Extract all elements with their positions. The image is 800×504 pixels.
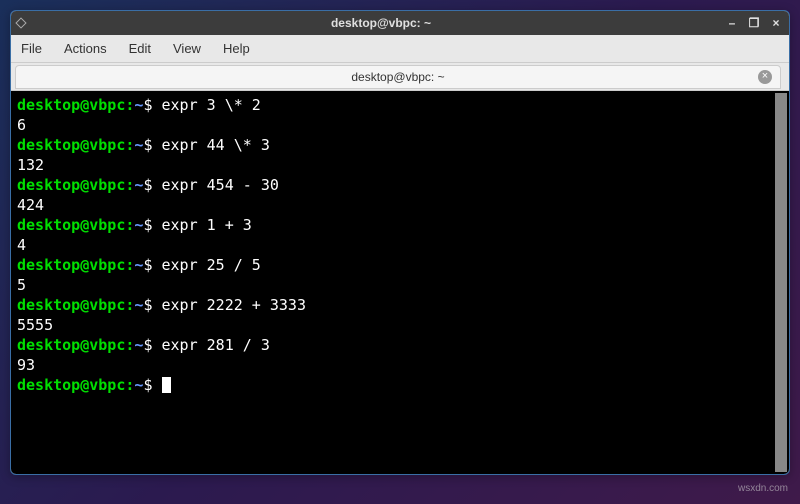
prompt-user: desktop@vbpc (17, 136, 125, 154)
prompt-dollar: $ (143, 256, 161, 274)
prompt-dollar: $ (143, 376, 161, 394)
output-line: 132 (17, 155, 773, 175)
command-line: desktop@vbpc:~$ expr 3 \* 2 (17, 95, 773, 115)
command-text: expr 281 / 3 (162, 336, 270, 354)
command-text: expr 44 \* 3 (162, 136, 270, 154)
command-line: desktop@vbpc:~$ expr 44 \* 3 (17, 135, 773, 155)
maximize-button[interactable]: ❐ (747, 16, 761, 30)
prompt-dollar: $ (143, 136, 161, 154)
terminal-window: desktop@vbpc: ~ – ❐ × File Actions Edit … (10, 10, 790, 475)
menu-file[interactable]: File (21, 41, 42, 56)
output-line: 93 (17, 355, 773, 375)
terminal-viewport[interactable]: desktop@vbpc:~$ expr 3 \* 26desktop@vbpc… (11, 91, 789, 474)
output-line: 5555 (17, 315, 773, 335)
command-line: desktop@vbpc:~$ expr 454 - 30 (17, 175, 773, 195)
command-text: expr 1 + 3 (162, 216, 252, 234)
command-text: expr 454 - 30 (162, 176, 279, 194)
prompt-user: desktop@vbpc (17, 376, 125, 394)
prompt-user: desktop@vbpc (17, 96, 125, 114)
tabbar: desktop@vbpc: ~ × (11, 63, 789, 91)
current-prompt[interactable]: desktop@vbpc:~$ (17, 375, 773, 395)
command-text: expr 3 \* 2 (162, 96, 261, 114)
output-line: 4 (17, 235, 773, 255)
command-line: desktop@vbpc:~$ expr 281 / 3 (17, 335, 773, 355)
menu-help[interactable]: Help (223, 41, 250, 56)
prompt-user: desktop@vbpc (17, 216, 125, 234)
tab-close-icon[interactable]: × (758, 70, 772, 84)
command-text: expr 25 / 5 (162, 256, 261, 274)
tab-label: desktop@vbpc: ~ (351, 70, 444, 84)
cursor (162, 377, 171, 393)
prompt-dollar: $ (143, 216, 161, 234)
menu-view[interactable]: View (173, 41, 201, 56)
menu-edit[interactable]: Edit (129, 41, 151, 56)
watermark: wsxdn.com (738, 483, 788, 494)
command-line: desktop@vbpc:~$ expr 25 / 5 (17, 255, 773, 275)
prompt-dollar: $ (143, 176, 161, 194)
titlebar[interactable]: desktop@vbpc: ~ – ❐ × (11, 11, 789, 35)
close-button[interactable]: × (769, 16, 783, 30)
scrollbar-thumb[interactable] (775, 93, 787, 472)
titlebar-icon (17, 19, 37, 27)
scrollbar[interactable] (775, 93, 787, 472)
command-line: desktop@vbpc:~$ expr 2222 + 3333 (17, 295, 773, 315)
tab-active[interactable]: desktop@vbpc: ~ × (15, 65, 781, 89)
prompt-user: desktop@vbpc (17, 176, 125, 194)
command-text: expr 2222 + 3333 (162, 296, 307, 314)
prompt-user: desktop@vbpc (17, 336, 125, 354)
prompt-dollar: $ (143, 336, 161, 354)
menubar: File Actions Edit View Help (11, 35, 789, 63)
output-line: 6 (17, 115, 773, 135)
prompt-user: desktop@vbpc (17, 296, 125, 314)
minimize-button[interactable]: – (725, 16, 739, 30)
prompt-dollar: $ (143, 296, 161, 314)
menu-actions[interactable]: Actions (64, 41, 107, 56)
prompt-dollar: $ (143, 96, 161, 114)
output-line: 424 (17, 195, 773, 215)
prompt-user: desktop@vbpc (17, 256, 125, 274)
command-line: desktop@vbpc:~$ expr 1 + 3 (17, 215, 773, 235)
window-title: desktop@vbpc: ~ (37, 16, 725, 30)
output-line: 5 (17, 275, 773, 295)
